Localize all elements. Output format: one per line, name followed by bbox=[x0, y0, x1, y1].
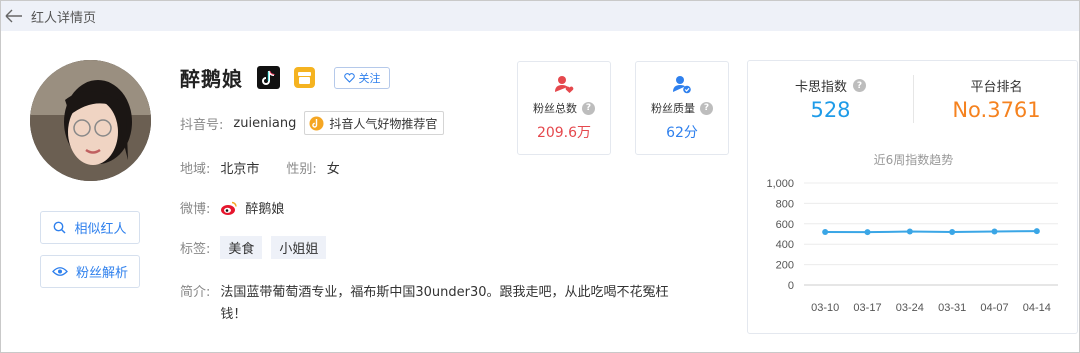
fans-total-label: 粉丝总数 bbox=[533, 102, 577, 115]
fans-total-card: 粉丝总数 ? 209.6万 bbox=[517, 61, 611, 155]
eye-icon bbox=[52, 267, 68, 276]
similar-creators-label: 相似红人 bbox=[74, 222, 127, 237]
tag-list: 美食 小姐姐 bbox=[220, 236, 335, 259]
fans-analysis-button[interactable]: 粉丝解析 bbox=[40, 255, 140, 288]
help-icon[interactable]: ? bbox=[700, 101, 713, 115]
fans-quality-icon bbox=[673, 76, 691, 94]
tags-label: 标签: bbox=[180, 242, 211, 257]
weibo-value[interactable]: 醉鹅娘 bbox=[245, 198, 284, 217]
fans-quality-label-wrap: 粉丝质量 ? bbox=[651, 100, 713, 116]
top-bar: 红人详情页 bbox=[1, 1, 1079, 31]
search-icon bbox=[54, 221, 67, 234]
similar-creators-button[interactable]: 相似红人 bbox=[40, 211, 140, 244]
intro-text: 法国蓝带葡萄酒专业，福布斯中国30under30。跟我走吧，从此吃喝不花冤枉钱！ bbox=[220, 285, 669, 322]
y-tick-label: 0 bbox=[788, 280, 794, 292]
data-point[interactable] bbox=[949, 228, 956, 235]
fans-quality-label: 粉丝质量 bbox=[651, 102, 695, 115]
intro-label: 简介: bbox=[180, 285, 211, 300]
merchant-badge-icon bbox=[293, 66, 316, 89]
y-tick-label: 800 bbox=[776, 198, 794, 210]
data-point[interactable] bbox=[991, 228, 998, 235]
kasi-index: 卡思指数 ? 528 bbox=[748, 61, 913, 135]
kasi-value: 528 bbox=[810, 98, 851, 122]
rank-value: No.3761 bbox=[952, 98, 1041, 122]
fans-total-label-wrap: 粉丝总数 ? bbox=[533, 100, 595, 116]
region-label: 地域: bbox=[180, 162, 211, 177]
kasi-label: 卡思指数 bbox=[794, 80, 847, 95]
x-tick-label: 03-24 bbox=[896, 302, 924, 314]
creator-name: 醉鹅娘 bbox=[180, 67, 243, 91]
x-tick-label: 03-31 bbox=[938, 302, 966, 314]
intro-row: 简介: 法国蓝带葡萄酒专业，福布斯中国30under30。跟我走吧，从此吃喝不花… bbox=[180, 282, 675, 326]
douyin-id-row: 抖音号: zuieniang 抖音人气好物推荐官 bbox=[180, 111, 445, 135]
fans-quality-card: 粉丝质量 ? 62分 bbox=[635, 61, 729, 155]
official-tag: 抖音人气好物推荐官 bbox=[304, 111, 445, 135]
fans-total-value: 209.6万 bbox=[536, 125, 592, 141]
name-row: 醉鹅娘 关注 bbox=[180, 63, 390, 92]
y-tick-label: 400 bbox=[776, 239, 794, 251]
tiktok-icon bbox=[257, 66, 280, 89]
data-point[interactable] bbox=[822, 228, 829, 235]
x-tick-label: 04-07 bbox=[980, 302, 1008, 314]
follow-label: 关注 bbox=[358, 71, 381, 85]
fans-quality-value: 62分 bbox=[666, 125, 698, 141]
x-tick-label: 03-10 bbox=[811, 302, 839, 314]
y-tick-label: 200 bbox=[776, 260, 794, 272]
weibo-label: 微博: bbox=[180, 202, 211, 217]
region-gender-row: 地域: 北京市 性别: 女 bbox=[180, 158, 340, 177]
rank-label: 平台排名 bbox=[970, 80, 1023, 95]
follow-button[interactable]: 关注 bbox=[334, 66, 390, 89]
official-badge-icon bbox=[309, 116, 324, 130]
fans-analysis-label: 粉丝解析 bbox=[75, 266, 128, 281]
weibo-icon[interactable] bbox=[220, 200, 238, 216]
data-point[interactable] bbox=[864, 229, 871, 236]
tags-row: 标签: 美食 小姐姐 bbox=[180, 236, 335, 259]
douyin-id-value: zuieniang bbox=[233, 115, 297, 131]
avatar bbox=[30, 60, 151, 181]
x-tick-label: 04-14 bbox=[1023, 302, 1051, 314]
fans-total-icon bbox=[555, 76, 574, 93]
y-tick-label: 1,000 bbox=[766, 178, 794, 190]
douyin-id-label: 抖音号: bbox=[180, 117, 224, 133]
help-icon[interactable]: ? bbox=[582, 101, 595, 115]
data-point[interactable] bbox=[906, 228, 913, 235]
gender-value: 女 bbox=[326, 162, 340, 177]
x-tick-label: 03-17 bbox=[853, 302, 881, 314]
chart-title: 近6周指数趋势 bbox=[873, 153, 954, 167]
page-title: 红人详情页 bbox=[31, 10, 97, 26]
index-panel: 卡思指数 ? 528 平台排名 No.3761 近6周指数趋势 0 200 400 6… bbox=[747, 60, 1078, 334]
data-point[interactable] bbox=[1033, 228, 1040, 235]
trend-chart: 0 200 400 600 800 1,000 03-10 03-17 03-24 03-31 04… bbox=[766, 178, 1058, 314]
y-tick-label: 600 bbox=[776, 219, 794, 231]
back-arrow-icon[interactable] bbox=[5, 6, 25, 26]
weibo-row: 微博: 醉鹅娘 bbox=[180, 198, 284, 217]
help-icon[interactable]: ? bbox=[853, 79, 866, 92]
region-value: 北京市 bbox=[220, 162, 260, 177]
official-tag-label: 抖音人气好物推荐官 bbox=[329, 116, 438, 131]
series-line bbox=[825, 230, 1037, 234]
gender-label: 性别: bbox=[286, 162, 317, 177]
platform-rank: 平台排名 No.3761 bbox=[914, 61, 1079, 135]
tag-item: 小姐姐 bbox=[271, 236, 327, 259]
kasi-label-wrap: 卡思指数 ? bbox=[795, 76, 866, 95]
tag-item: 美食 bbox=[220, 236, 263, 259]
heart-icon bbox=[343, 72, 355, 83]
